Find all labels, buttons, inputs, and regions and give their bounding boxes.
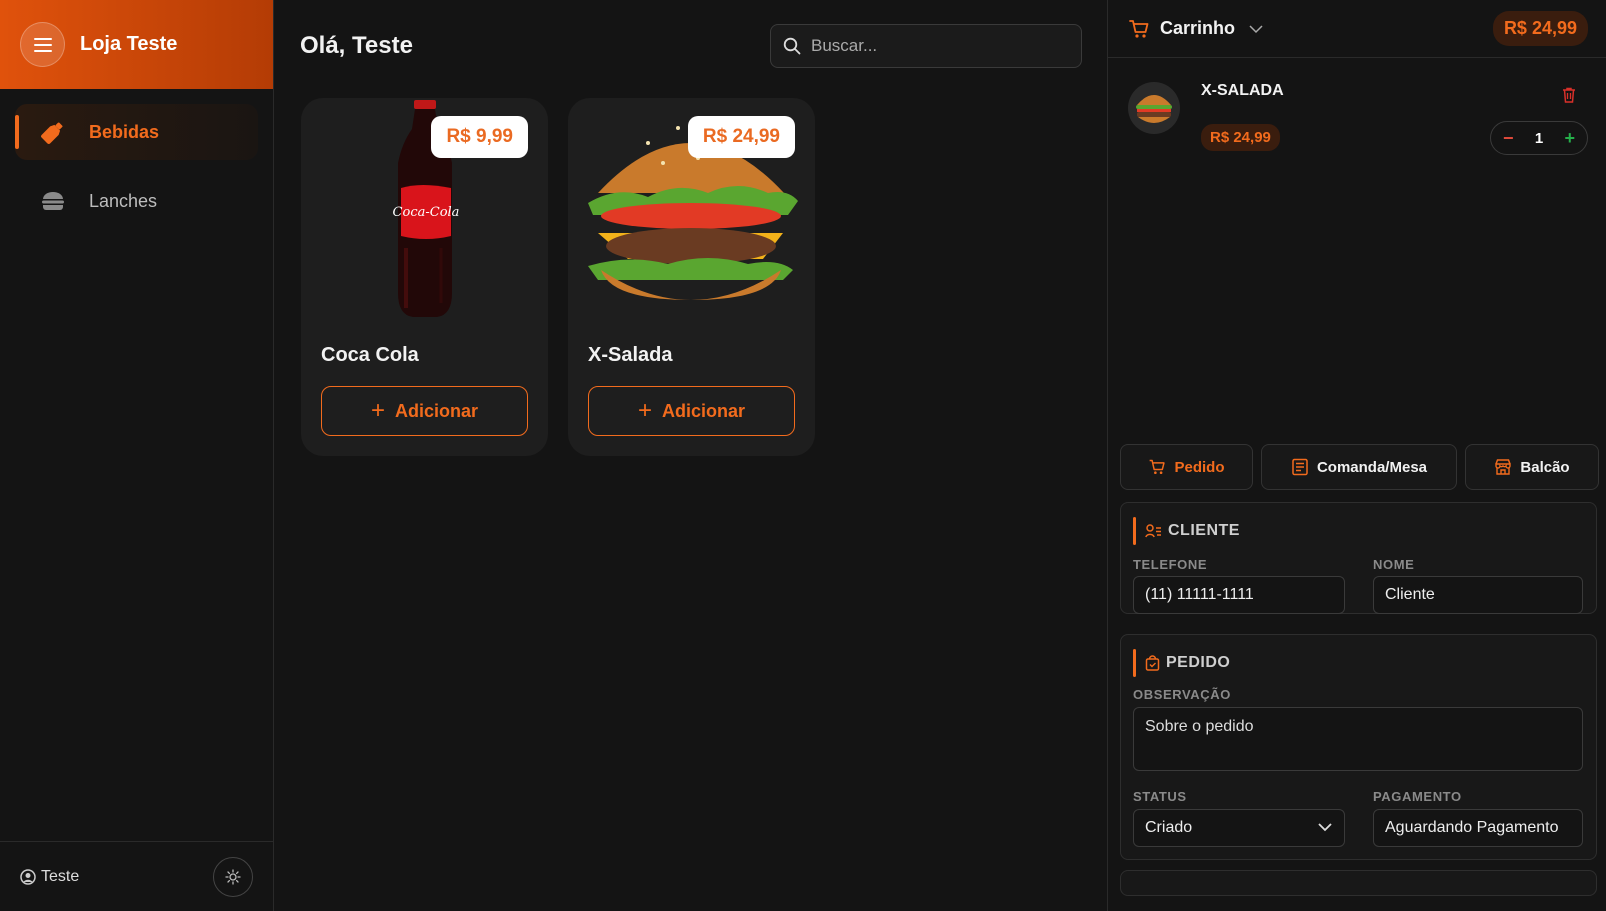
menu-toggle-button[interactable] [20,22,65,67]
item-thumbnail [1128,82,1180,134]
burger-icon [39,187,67,215]
product-card: Coca-Cola R$ 9,99 Coca Cola + Adicionar [301,98,548,456]
bottle-icon [39,118,67,146]
theme-toggle-button[interactable] [213,856,253,897]
nome-field[interactable]: Cliente [1373,576,1583,614]
category-nav: Bebidas Lanches [0,89,273,257]
cart-panel: Carrinho R$ 24,99 X-SALADA R$ 24,99 − 1 … [1107,0,1606,911]
cart-header[interactable]: Carrinho R$ 24,99 [1108,0,1606,58]
sun-icon [225,868,241,885]
search-icon [783,37,801,55]
section-title: CLIENTE [1168,522,1240,539]
plus-icon: + [637,397,652,424]
telefone-field[interactable]: (11) 11111-1111 [1133,576,1345,614]
section-title: PEDIDO [1166,654,1231,671]
status-label: STATUS [1133,789,1187,804]
search-box[interactable] [770,24,1082,68]
search-input[interactable] [811,36,1061,56]
shopping-bag-icon [1145,655,1160,671]
telefone-label: TELEFONE [1133,557,1208,572]
add-button-label: Adicionar [395,400,479,421]
receipt-icon [1292,458,1308,476]
quantity-value: 1 [1534,129,1544,147]
cart-item-name: X-SALADA [1201,82,1284,99]
sidebar-item-lanches[interactable]: Lanches [15,173,258,229]
cart-icon [1150,459,1166,475]
plus-icon: + [370,397,385,424]
chevron-down-icon [1249,24,1263,33]
section-header: PEDIDO [1133,649,1596,677]
pagamento-select[interactable]: Aguardando Pagamento [1373,809,1583,847]
cart-item-price: R$ 24,99 [1201,124,1280,151]
product-card: R$ 24,99 X-Salada + Adicionar [568,98,815,456]
chevron-down-icon [1318,823,1332,832]
sidebar-footer: Teste [0,841,273,911]
price-badge: R$ 24,99 [687,116,795,158]
status-select[interactable]: Criado [1133,809,1345,847]
main-content: Olá, Teste Coca-Cola R$ 9,99 Coca Cola + [275,0,1105,911]
cliente-section: CLIENTE TELEFONE (11) 11111-1111 NOME Cl… [1120,502,1597,614]
page-title: Olá, Teste [300,32,413,59]
store-icon [1495,459,1512,475]
sidebar-item-label: Lanches [89,190,158,211]
observacao-textarea[interactable]: Sobre o pedido [1133,707,1583,771]
product-name: X-Salada [588,344,673,366]
sidebar-item-label: Bebidas [89,121,160,142]
extra-section [1120,870,1597,896]
cart-icon [1129,19,1149,38]
cart-total-badge: R$ 24,99 [1492,11,1588,46]
pagamento-value: Aguardando Pagamento [1385,819,1559,836]
pagamento-label: PAGAMENTO [1373,789,1462,804]
cart-title: Carrinho [1160,18,1236,38]
trash-icon[interactable] [1562,87,1576,103]
svg-text:Coca-Cola: Coca-Cola [393,205,460,220]
tab-balcao[interactable]: Balcão [1465,444,1599,490]
section-header: CLIENTE [1133,517,1596,545]
quantity-stepper: − 1 + [1490,121,1588,155]
tab-pedido[interactable]: Pedido [1120,444,1253,490]
user-card-icon [1145,524,1161,538]
sidebar: Loja Teste Bebidas Lanches Teste [0,0,274,911]
user-circle-icon [20,868,36,885]
nome-label: NOME [1373,557,1415,572]
pedido-section: PEDIDO OBSERVAÇÃO Sobre o pedido STATUS … [1120,634,1597,860]
app-root: Loja Teste Bebidas Lanches Teste Olá, Te… [0,0,1606,911]
user-name[interactable]: Teste [41,868,79,886]
store-name: Loja Teste [80,33,178,55]
observacao-label: OBSERVAÇÃO [1133,687,1231,702]
order-type-tabs: Pedido Comanda/Mesa Balcão [1120,444,1599,490]
tab-comanda-mesa[interactable]: Comanda/Mesa [1261,444,1457,490]
add-to-cart-button[interactable]: + Adicionar [321,386,528,436]
tab-label: Comanda/Mesa [1316,458,1428,476]
tab-label: Balcão [1520,458,1570,476]
product-name: Coca Cola [321,344,419,366]
increase-button[interactable]: + [1564,128,1575,149]
add-button-label: Adicionar [662,400,746,421]
add-to-cart-button[interactable]: + Adicionar [588,386,795,436]
hamburger-icon [33,37,52,52]
sidebar-item-bebidas[interactable]: Bebidas [15,104,258,160]
tab-label: Pedido [1174,458,1225,476]
brand-header: Loja Teste [0,0,273,89]
status-value: Criado [1145,819,1193,836]
price-badge: R$ 9,99 [431,116,528,158]
decrease-button[interactable]: − [1503,128,1514,149]
